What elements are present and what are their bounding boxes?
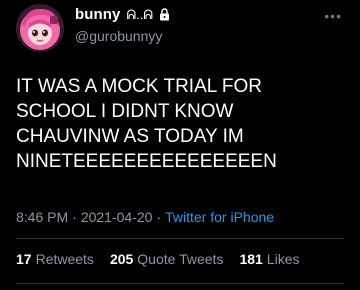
avatar[interactable] — [16, 4, 64, 52]
name-emoticon: ᕱ..ᕱ — [126, 6, 154, 22]
more-options-icon[interactable]: ••• — [324, 8, 342, 24]
meta-separator: · — [156, 209, 162, 225]
quote-tweets-label: Quote Tweets — [137, 251, 224, 267]
tweet-time[interactable]: 8:46 PM — [16, 209, 68, 225]
tweet-date[interactable]: 2021-04-20 — [81, 209, 153, 225]
display-name[interactable]: bunny — [75, 6, 121, 23]
tweet-source-link[interactable]: Twitter for iPhone — [165, 209, 274, 225]
lock-icon — [159, 8, 170, 21]
retweets-label: Retweets — [35, 251, 94, 267]
quote-tweets-stat[interactable]: 205 Quote Tweets — [110, 251, 224, 267]
meta-separator: · — [72, 209, 77, 225]
likes-count: 181 — [239, 251, 263, 267]
author-name-row[interactable]: bunny ᕱ..ᕱ — [75, 6, 170, 23]
tweet-text: IT WAS A MOCK TRIAL FOR SCHOOL I DIDNT K… — [16, 76, 277, 172]
avatar-illustration-icon — [16, 4, 64, 52]
tweet-stats: 17 Retweets 205 Quote Tweets 181 Likes — [16, 251, 299, 267]
divider — [16, 238, 344, 239]
likes-stat[interactable]: 181 Likes — [239, 251, 299, 267]
likes-label: Likes — [266, 251, 300, 267]
user-handle[interactable]: @gurobunnyy — [75, 28, 162, 44]
divider — [16, 283, 344, 284]
retweets-stat[interactable]: 17 Retweets — [16, 251, 94, 267]
quote-tweets-count: 205 — [109, 251, 134, 267]
tweet-meta: 8:46 PM · 2021-04-20 · Twitter for iPhon… — [16, 209, 274, 225]
retweets-count: 17 — [16, 251, 32, 267]
tweet-card: bunny ᕱ..ᕱ @gurobunnyy ••• IT WAS A MOCK… — [0, 0, 360, 290]
